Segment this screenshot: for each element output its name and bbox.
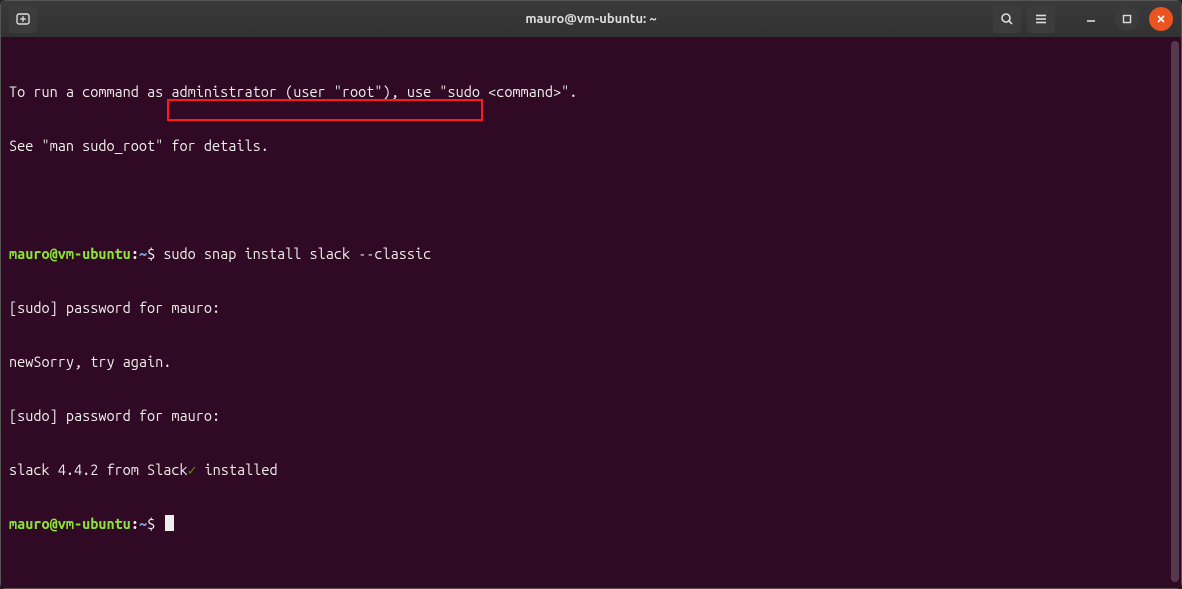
new-tab-icon [15, 11, 31, 27]
terminal-window: mauro@vm-ubuntu: ~ [0, 0, 1182, 589]
prompt-line-1: mauro@vm-ubuntu:~$ sudo snap install sla… [9, 245, 1173, 263]
prompt-path: ~ [139, 245, 147, 262]
install-result-line: slack 4.4.2 from Slack✓ installed [9, 461, 1173, 479]
prompt-line-2: mauro@vm-ubuntu:~$ [9, 515, 1173, 533]
motd-line-1: To run a command as administrator (user … [9, 83, 1173, 101]
hamburger-icon [1033, 11, 1049, 27]
minimize-icon [1085, 13, 1097, 25]
sudo-line-2: [sudo] password for mauro: [9, 407, 1173, 425]
prompt-dollar-2: $ [147, 515, 155, 532]
scrollbar-thumb[interactable] [1171, 41, 1179, 582]
prompt-dollar: $ [147, 245, 155, 262]
titlebar: mauro@vm-ubuntu: ~ [1, 1, 1181, 38]
prompt-user-host: mauro@vm-ubuntu [9, 245, 131, 262]
menu-button[interactable] [1027, 5, 1055, 33]
close-button[interactable] [1149, 7, 1173, 31]
close-icon [1156, 14, 1166, 24]
blank-line [9, 191, 1173, 209]
search-icon [999, 11, 1015, 27]
prompt-user-host-2: mauro@vm-ubuntu [9, 515, 131, 532]
maximize-button[interactable] [1115, 7, 1139, 31]
motd-line-2: See "man sudo_root" for details. [9, 137, 1173, 155]
prompt-colon: : [131, 245, 139, 262]
new-tab-button[interactable] [9, 5, 37, 33]
sudo-line-1: [sudo] password for mauro: [9, 299, 1173, 317]
prompt-path-2: ~ [139, 515, 147, 532]
cursor-block [165, 515, 174, 531]
minimize-button[interactable] [1077, 7, 1105, 31]
command-text: sudo snap install slack --classic [163, 245, 431, 262]
install-prefix: slack 4.4.2 from Slack [9, 461, 188, 478]
install-suffix: installed [196, 461, 277, 478]
sorry-line: newSorry, try again. [9, 353, 1173, 371]
scrollbar[interactable] [1170, 41, 1180, 582]
search-button[interactable] [993, 5, 1021, 33]
maximize-icon [1122, 14, 1132, 24]
terminal-content[interactable]: To run a command as administrator (user … [1, 37, 1181, 588]
prompt-colon-2: : [131, 515, 139, 532]
